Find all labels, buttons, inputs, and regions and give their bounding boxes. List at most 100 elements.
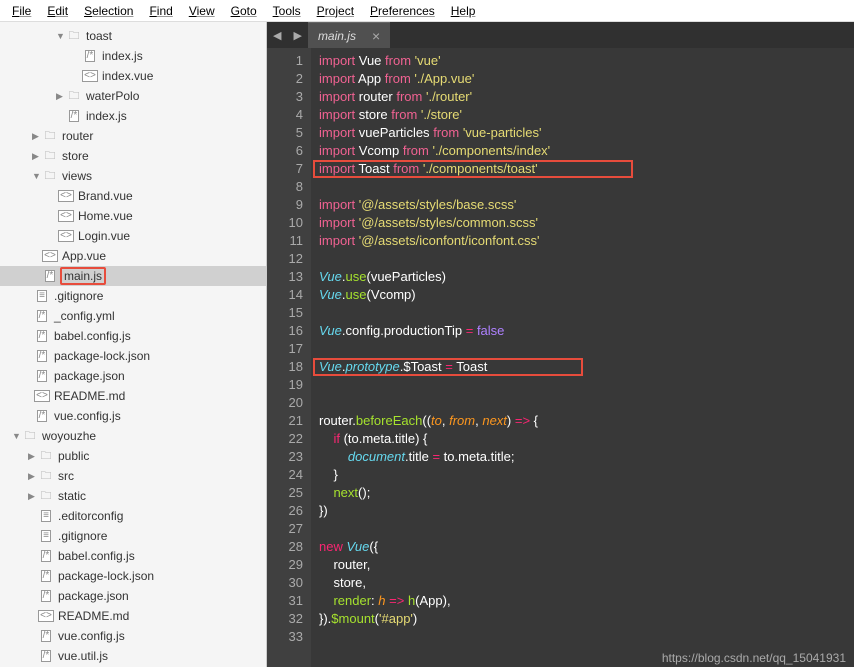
file-babel-config-js[interactable]: /*babel.config.js	[0, 546, 266, 566]
code-line[interactable]: }).$mount('#app')	[319, 610, 550, 628]
file-package-lock-json[interactable]: /*package-lock.json	[0, 346, 266, 366]
file-babel-config-js[interactable]: /*babel.config.js	[0, 326, 266, 346]
expand-arrow-icon[interactable]: ▶	[28, 451, 38, 462]
code-line[interactable]	[319, 250, 550, 268]
code-line[interactable]: import '@/assets/styles/common.scss'	[319, 214, 550, 232]
code-line[interactable]: import vueParticles from 'vue-particles'	[319, 124, 550, 142]
file-icon: <>	[58, 190, 74, 202]
code-line[interactable]: import Vue from 'vue'	[319, 52, 550, 70]
file--gitignore[interactable]: ≡ .gitignore	[0, 286, 266, 306]
file-readme-md[interactable]: <>README.md	[0, 386, 266, 406]
code-line[interactable]	[319, 376, 550, 394]
code-line[interactable]: new Vue({	[319, 538, 550, 556]
code-line[interactable]: import store from './store'	[319, 106, 550, 124]
file-icon: ≡	[37, 290, 47, 302]
nav-back-icon[interactable]: ◀	[267, 29, 287, 42]
code-line[interactable]: import App from './App.vue'	[319, 70, 550, 88]
menu-goto[interactable]: Goto	[223, 2, 265, 20]
nav-forward-icon[interactable]: ▶	[287, 29, 307, 42]
file-package-json[interactable]: /*package.json	[0, 366, 266, 386]
code-line[interactable]	[319, 628, 550, 646]
expand-arrow-icon[interactable]: ▶	[56, 91, 66, 102]
file-home-vue[interactable]: <>Home.vue	[0, 206, 266, 226]
expand-arrow-icon[interactable]: ▶	[28, 491, 38, 502]
menu-project[interactable]: Project	[309, 2, 362, 20]
code-line[interactable]: Vue.use(vueParticles)	[319, 268, 550, 286]
file-brand-vue[interactable]: <>Brand.vue	[0, 186, 266, 206]
code-line[interactable]: router.beforeEach((to, from, next) => {	[319, 412, 550, 430]
file-login-vue[interactable]: <>Login.vue	[0, 226, 266, 246]
expand-arrow-icon[interactable]: ▼	[32, 171, 42, 181]
folder-store[interactable]: ▶🗀store	[0, 146, 266, 166]
file-app-vue[interactable]: <>App.vue	[0, 246, 266, 266]
code-line[interactable]	[319, 394, 550, 412]
menu-find[interactable]: Find	[141, 2, 180, 20]
code-line[interactable]: import '@/assets/iconfont/iconfont.css'	[319, 232, 550, 250]
code-line[interactable]	[319, 178, 550, 196]
code-line[interactable]: })	[319, 502, 550, 520]
expand-arrow-icon[interactable]: ▶	[32, 151, 42, 162]
code-line[interactable]: }	[319, 466, 550, 484]
file-index-vue[interactable]: <>index.vue	[0, 66, 266, 86]
code-line[interactable]: import '@/assets/styles/base.scss'	[319, 196, 550, 214]
menu-edit[interactable]: Edit	[39, 2, 76, 20]
code-line[interactable]: import Vcomp from './components/index'	[319, 142, 550, 160]
file-index-js[interactable]: /*index.js	[0, 106, 266, 126]
file-vue-config-js[interactable]: /*vue.config.js	[0, 406, 266, 426]
folder-toast[interactable]: ▼🗀toast	[0, 26, 266, 46]
tree-label: README.md	[54, 389, 125, 403]
tab-main-js[interactable]: main.js ×	[308, 22, 390, 48]
tree-label: index.js	[102, 49, 143, 63]
line-gutter: 1234567891011121314151617181920212223242…	[267, 48, 311, 667]
expand-arrow-icon[interactable]: ▶	[32, 131, 42, 142]
file-package-json[interactable]: /*package.json	[0, 586, 266, 606]
code-line[interactable]: router,	[319, 556, 550, 574]
expand-arrow-icon[interactable]: ▼	[12, 431, 22, 441]
folder-router[interactable]: ▶🗀router	[0, 126, 266, 146]
code-line[interactable]	[319, 340, 550, 358]
menu-view[interactable]: View	[181, 2, 223, 20]
close-icon[interactable]: ×	[372, 28, 380, 44]
code-line[interactable]	[319, 304, 550, 322]
file-readme-md[interactable]: <>README.md	[0, 606, 266, 626]
code-line[interactable]: if (to.meta.title) {	[319, 430, 550, 448]
file-icon: /*	[41, 570, 52, 582]
code-line[interactable]: document.title = to.meta.title;	[319, 448, 550, 466]
menu-preferences[interactable]: Preferences	[362, 2, 443, 20]
sidebar-file-tree[interactable]: ▼🗀toast/*index.js<>index.vue▶🗀waterPolo/…	[0, 22, 267, 667]
code-line[interactable]: next();	[319, 484, 550, 502]
folder-static[interactable]: ▶🗀static	[0, 486, 266, 506]
file--gitignore[interactable]: ≡.gitignore	[0, 526, 266, 546]
menu-help[interactable]: Help	[443, 2, 484, 20]
tree-label: package-lock.json	[54, 349, 150, 363]
folder-waterpolo[interactable]: ▶🗀waterPolo	[0, 86, 266, 106]
line-number: 2	[267, 70, 303, 88]
code-area[interactable]: 1234567891011121314151617181920212223242…	[267, 48, 854, 667]
file-package-lock-json[interactable]: /*package-lock.json	[0, 566, 266, 586]
file-_config-yml[interactable]: /*_config.yml	[0, 306, 266, 326]
folder-src[interactable]: ▶🗀src	[0, 466, 266, 486]
file-vue-util-js[interactable]: /*vue.util.js	[0, 646, 266, 666]
code-line[interactable]: Vue.use(Vcomp)	[319, 286, 550, 304]
code-line[interactable]: Vue.config.productionTip = false	[319, 322, 550, 340]
tree-label: toast	[86, 29, 112, 43]
code-content[interactable]: import Vue from 'vue'import App from './…	[311, 48, 550, 667]
folder-public[interactable]: ▶🗀public	[0, 446, 266, 466]
line-number: 26	[267, 502, 303, 520]
code-line[interactable]	[319, 520, 550, 538]
folder-woyouzhe[interactable]: ▼🗀woyouzhe	[0, 426, 266, 446]
menu-file[interactable]: File	[4, 2, 39, 20]
code-line[interactable]: import router from './router'	[319, 88, 550, 106]
expand-arrow-icon[interactable]: ▼	[56, 31, 66, 41]
code-line[interactable]: store,	[319, 574, 550, 592]
file-vue-config-js[interactable]: /*vue.config.js	[0, 626, 266, 646]
menu-selection[interactable]: Selection	[76, 2, 141, 20]
menu-tools[interactable]: Tools	[265, 2, 309, 20]
file--editorconfig[interactable]: ≡.editorconfig	[0, 506, 266, 526]
file-main-js[interactable]: /*main.js	[0, 266, 266, 286]
expand-arrow-icon[interactable]: ▶	[28, 471, 38, 482]
file-index-js[interactable]: /*index.js	[0, 46, 266, 66]
code-line[interactable]: render: h => h(App),	[319, 592, 550, 610]
tree-label: .gitignore	[54, 289, 103, 303]
folder-views[interactable]: ▼🗀views	[0, 166, 266, 186]
